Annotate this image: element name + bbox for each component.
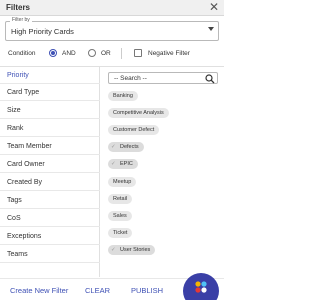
tag-label: Meetup — [113, 179, 132, 185]
tag-label: Defects — [120, 144, 139, 150]
filter-values-pane: -- Search -- Banking Competitive Analysi… — [103, 67, 223, 277]
tag-label: Sales — [113, 213, 127, 219]
tag-label: EPIC — [120, 161, 133, 167]
tag-label: Banking — [113, 93, 133, 99]
filters-header: Filters ✕ — [0, 0, 224, 16]
category-item-priority[interactable]: Priority — [0, 67, 100, 84]
category-item-exceptions[interactable]: Exceptions — [0, 228, 100, 245]
category-item-size[interactable]: Size — [0, 102, 100, 119]
tag-chip-user-stories[interactable]: ✓ User Stories — [108, 245, 156, 255]
filter-category-list: Priority Card Type Size Rank Team Member… — [0, 67, 100, 277]
condition-divider — [121, 48, 122, 59]
tag-chip-defects[interactable]: ✓ Defects — [108, 142, 144, 152]
condition-row: Condition AND OR Negative Filter — [6, 48, 220, 60]
negative-filter-label: Negative Filter — [148, 50, 190, 57]
tag-label: Competitive Analysis — [113, 110, 164, 116]
and-radio[interactable] — [49, 49, 57, 57]
or-radio[interactable] — [88, 49, 96, 57]
tag-chip-sales[interactable]: Sales — [108, 211, 132, 221]
category-item-card-owner[interactable]: Card Owner — [0, 156, 100, 173]
category-item-rank[interactable]: Rank — [0, 120, 100, 137]
filter-by-label: Filter by — [10, 17, 32, 23]
tag-chip-customer-defect[interactable]: Customer Defect — [108, 125, 160, 135]
tag-chip-banking[interactable]: Banking — [108, 91, 138, 101]
create-new-filter-button[interactable]: Create New Filter — [10, 286, 68, 295]
filters-title: Filters — [6, 3, 31, 12]
check-icon: ✓ — [111, 247, 116, 253]
tag-label: User Stories — [120, 247, 151, 253]
tag-chip-meetup[interactable]: Meetup — [108, 177, 137, 187]
tag-label: Retail — [113, 196, 128, 202]
negative-filter-checkbox[interactable] — [134, 49, 142, 57]
tag-chip-competitive-analysis[interactable]: Competitive Analysis — [108, 108, 169, 118]
search-placeholder: -- Search -- — [114, 75, 147, 82]
and-label: AND — [62, 50, 76, 57]
category-item-tags[interactable]: Tags — [0, 192, 100, 209]
category-item-teams[interactable]: Teams — [0, 246, 100, 263]
clear-button[interactable]: CLEAR — [85, 286, 110, 295]
filter-by-value: High Priority Cards — [11, 27, 74, 36]
check-icon: ✓ — [111, 144, 116, 150]
close-icon[interactable]: ✕ — [209, 1, 219, 13]
chevron-down-icon — [208, 27, 214, 31]
search-icon — [205, 74, 215, 84]
search-input[interactable]: -- Search -- — [108, 72, 218, 84]
filters-panel: Filters ✕ Filter by High Priority Cards … — [0, 0, 224, 300]
tag-chip-epic[interactable]: ✓ EPIC — [108, 159, 138, 169]
category-item-team-member[interactable]: Team Member — [0, 138, 100, 155]
publish-button[interactable]: PUBLISH — [131, 286, 163, 295]
filter-by-select[interactable]: Filter by High Priority Cards — [5, 17, 219, 41]
category-item-cos[interactable]: CoS — [0, 210, 100, 227]
or-label: OR — [101, 50, 111, 57]
tag-label: Ticket — [113, 230, 128, 236]
condition-label: Condition — [8, 50, 36, 57]
tag-label: Customer Defect — [113, 127, 155, 133]
tag-chip-retail[interactable]: Retail — [108, 194, 133, 204]
app-logo-icon — [195, 281, 207, 293]
check-icon: ✓ — [111, 161, 116, 167]
category-item-card-type[interactable]: Card Type — [0, 84, 100, 101]
category-item-created-by[interactable]: Created By — [0, 174, 100, 191]
tag-chip-ticket[interactable]: Ticket — [108, 228, 133, 238]
